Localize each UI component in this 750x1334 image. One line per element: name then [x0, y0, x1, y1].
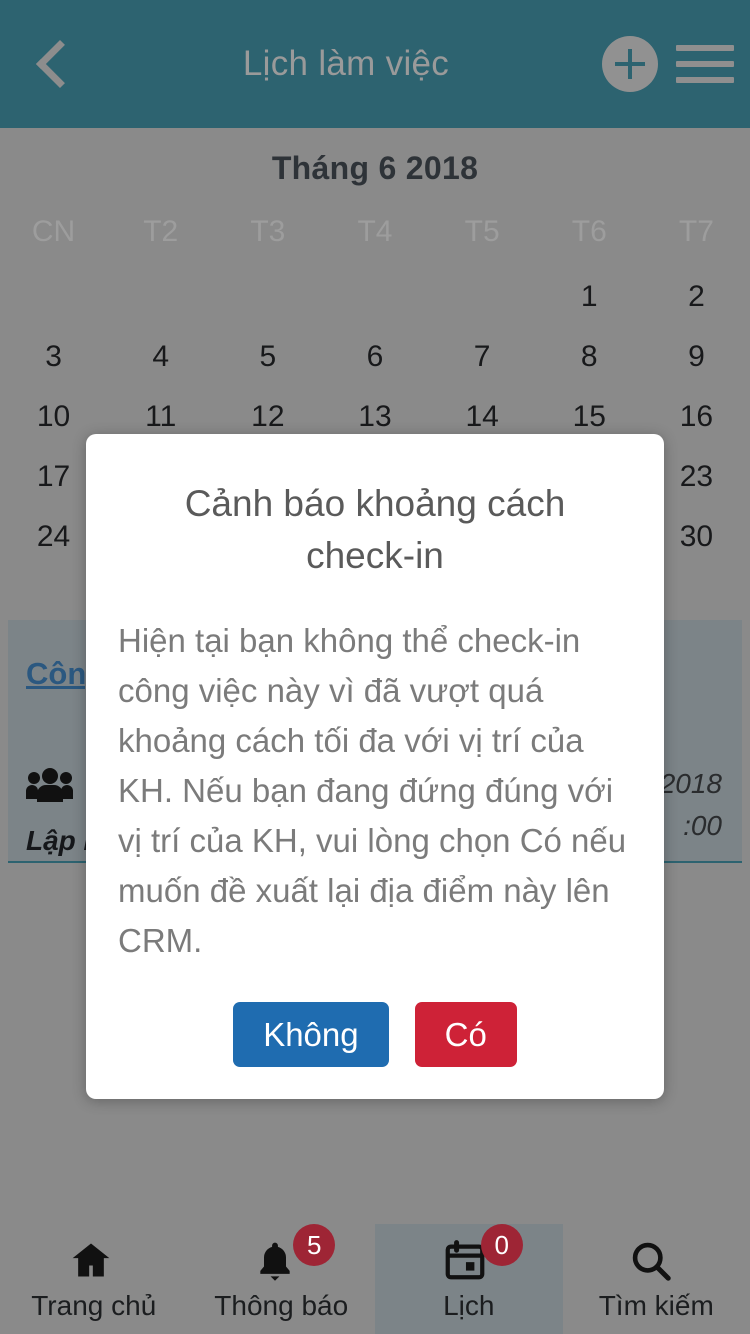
nav-item-search[interactable]: Tìm kiếm: [563, 1224, 750, 1334]
calendar-day-header: T7: [678, 215, 714, 248]
nav-badge: 5: [293, 1224, 336, 1266]
calendar-day-cell[interactable]: 4: [107, 327, 214, 387]
chevron-left-icon: [35, 39, 85, 89]
nav-item-bell[interactable]: 5 Thông báo: [188, 1224, 376, 1334]
calendar-cell-empty: [429, 267, 536, 327]
search-icon: [628, 1238, 684, 1284]
calendar-cell-empty: [107, 267, 214, 327]
home-icon: [66, 1238, 122, 1284]
hamburger-bar: [676, 45, 734, 51]
calendar-day-cell[interactable]: 2: [643, 267, 750, 327]
calendar-day-header: CN: [31, 215, 76, 248]
checkin-distance-warning-dialog: Cảnh báo khoảng cách check-in Hiện tại b…: [86, 434, 664, 1099]
nav-item-label: Tìm kiếm: [598, 1290, 714, 1321]
calendar-cell-empty: [214, 267, 321, 327]
hamburger-menu-icon[interactable]: [676, 45, 734, 83]
nav-item-label: Thông báo: [214, 1290, 349, 1321]
calendar-day-cell[interactable]: 3: [0, 327, 107, 387]
dialog-body-text: Hiện tại bạn không thể check-in công việ…: [118, 622, 627, 959]
hamburger-bar: [676, 61, 734, 67]
calendar-day-header: T3: [250, 215, 286, 248]
app-screen: Lịch làm việc Tháng 6 2018 CN T2 T3 T4 T5 T6 T…: [0, 0, 750, 1334]
calendar-day-cell[interactable]: 5: [214, 327, 321, 387]
dialog-yes-button[interactable]: Có: [414, 1002, 517, 1067]
calendar-month-title: Tháng 6 2018: [271, 150, 479, 186]
bell-icon: 5: [253, 1224, 336, 1284]
bottom-navigation-bar: Trang chủ 5 Thông báo 0 Lịch Tìm kiếm: [0, 1224, 750, 1334]
plus-circle-icon[interactable]: [602, 36, 658, 92]
calendar-cell-empty: [321, 267, 428, 327]
calendar-cell-empty: [0, 267, 107, 327]
calendar-icon: 0: [441, 1224, 523, 1284]
header-actions: [602, 36, 750, 92]
calendar-day-cell[interactable]: 9: [643, 327, 750, 387]
calendar-day-cell[interactable]: 1: [536, 267, 643, 327]
calendar-day-header: T2: [143, 215, 179, 248]
app-header: Lịch làm việc: [0, 0, 750, 128]
nav-badge: 0: [480, 1224, 523, 1266]
people-group-icon: [26, 768, 73, 802]
nav-item-calendar[interactable]: 0 Lịch: [375, 1224, 563, 1334]
page-title: Lịch làm việc: [242, 44, 450, 83]
calendar-day-header: T6: [571, 215, 607, 248]
dialog-title: Cảnh báo khoảng cách check-in: [184, 483, 566, 576]
calendar-day-cell[interactable]: 8: [536, 327, 643, 387]
calendar-day-cell[interactable]: 7: [429, 327, 536, 387]
calendar-day-header: T5: [464, 215, 500, 248]
dialog-no-button[interactable]: Không: [233, 1002, 389, 1067]
calendar-day-header: T4: [357, 215, 393, 248]
hamburger-bar: [676, 77, 734, 83]
nav-item-label: Trang chủ: [31, 1290, 157, 1321]
calendar-day-cell[interactable]: 6: [321, 327, 428, 387]
dialog-actions: Không Có: [118, 1002, 632, 1067]
nav-item-home[interactable]: Trang chủ: [0, 1224, 188, 1334]
nav-item-label: Lịch: [443, 1290, 495, 1321]
